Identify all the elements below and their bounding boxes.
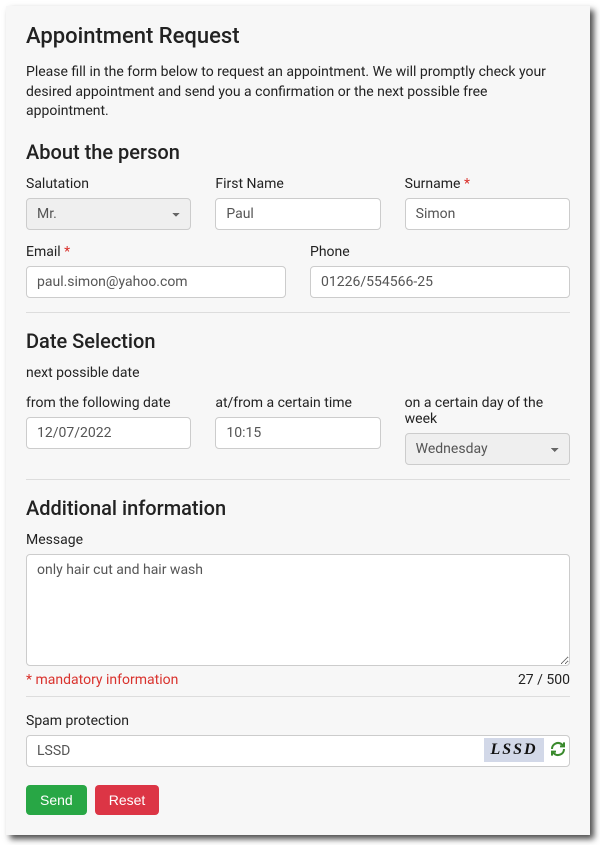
- phone-input[interactable]: [310, 266, 570, 298]
- required-marker: *: [464, 176, 470, 192]
- captcha-image: LSSD: [484, 738, 544, 762]
- mandatory-note: * mandatory information: [26, 672, 178, 688]
- reset-button[interactable]: Reset: [95, 785, 160, 815]
- time-label: at/from a certain time: [215, 395, 380, 411]
- phone-label: Phone: [310, 244, 570, 260]
- from-date-input[interactable]: [26, 417, 191, 449]
- message-textarea[interactable]: only hair cut and hair wash: [26, 554, 570, 666]
- refresh-captcha-icon[interactable]: [550, 741, 566, 757]
- email-input[interactable]: [26, 266, 286, 298]
- firstname-label: First Name: [215, 176, 380, 192]
- divider: [26, 479, 570, 480]
- day-label: on a certain day of the week: [405, 395, 570, 427]
- from-date-label: from the following date: [26, 395, 191, 411]
- firstname-input[interactable]: [215, 198, 380, 230]
- char-counter: 27 / 500: [518, 672, 570, 688]
- email-label: Email *: [26, 244, 286, 260]
- intro-text: Please fill in the form below to request…: [26, 63, 570, 122]
- additional-heading: Additional information: [26, 496, 570, 520]
- message-label: Message: [26, 532, 570, 548]
- date-heading: Date Selection: [26, 329, 570, 353]
- day-select[interactable]: Wednesday: [405, 433, 570, 465]
- appointment-form-card: Appointment Request Please fill in the f…: [6, 6, 590, 835]
- send-button[interactable]: Send: [26, 785, 87, 815]
- divider: [26, 312, 570, 313]
- divider: [26, 696, 570, 697]
- salutation-select[interactable]: Mr.: [26, 198, 191, 230]
- spam-label: Spam protection: [26, 713, 570, 729]
- required-marker: *: [64, 244, 70, 260]
- surname-label: Surname *: [405, 176, 570, 192]
- date-subtext: next possible date: [26, 365, 570, 381]
- page-title: Appointment Request: [26, 24, 570, 49]
- surname-input[interactable]: [405, 198, 570, 230]
- salutation-label: Salutation: [26, 176, 191, 192]
- person-heading: About the person: [26, 140, 570, 164]
- time-input[interactable]: [215, 417, 380, 449]
